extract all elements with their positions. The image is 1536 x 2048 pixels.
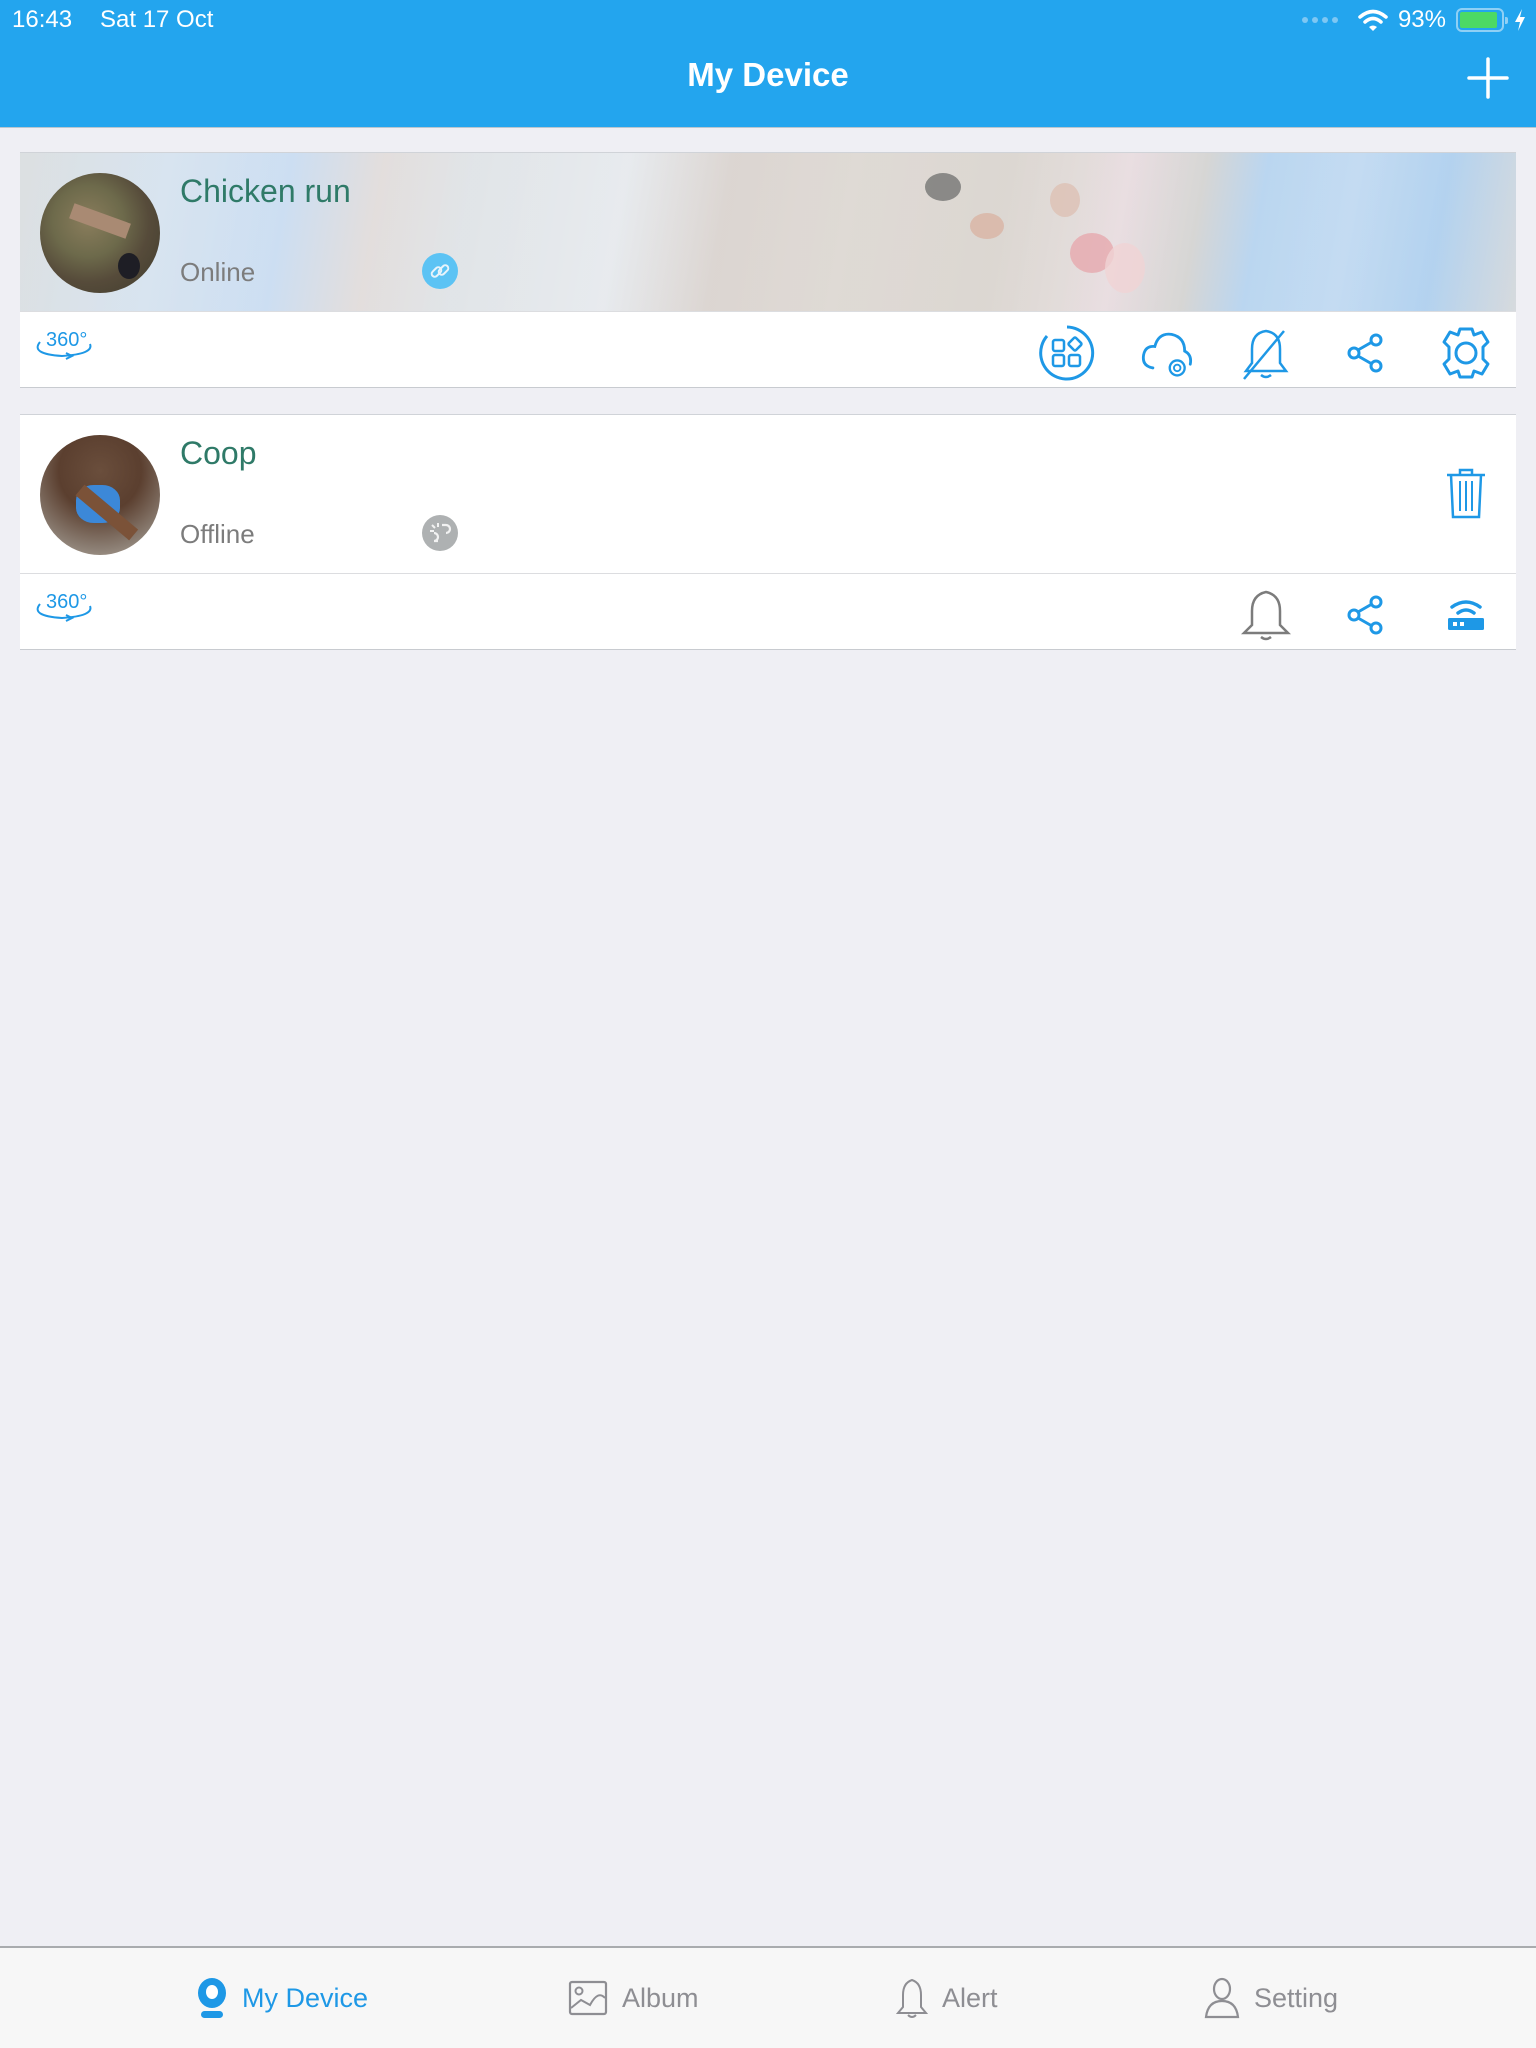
status-date: Sat 17 Oct xyxy=(100,6,214,33)
status-bar: 16:43 Sat 17 Oct 93% xyxy=(0,0,1536,40)
badge-360-text: 360° xyxy=(46,329,87,351)
share-icon xyxy=(1347,595,1383,635)
settings-gear-icon xyxy=(1442,327,1490,379)
device-card-header[interactable]: Chicken run Online xyxy=(20,153,1516,312)
share-icon xyxy=(1347,333,1383,373)
badge-360-text: 360° xyxy=(46,591,87,613)
nav-header: 16:43 Sat 17 Oct 93% My Device xyxy=(0,0,1536,128)
device-card-header[interactable]: Coop Offline xyxy=(20,415,1516,574)
device-thumbnail[interactable] xyxy=(40,173,160,293)
battery-fill xyxy=(1460,12,1498,28)
device-settings-button[interactable] xyxy=(1438,325,1494,381)
alarm-button[interactable] xyxy=(1238,587,1294,643)
tab-my-device[interactable]: My Device xyxy=(196,1948,368,2048)
device-card[interactable]: Chicken run Online 360° xyxy=(20,152,1516,388)
wifi-icon xyxy=(1358,9,1388,31)
broken-link-icon xyxy=(430,523,452,543)
tab-label: Album xyxy=(622,1982,699,2013)
multi-view-icon xyxy=(1039,325,1095,381)
cloud-settings-button[interactable] xyxy=(1138,325,1194,381)
device-status: Offline xyxy=(180,519,255,549)
cellular-signal-icon xyxy=(1301,17,1338,23)
tab-setting[interactable]: Setting xyxy=(1204,1948,1338,2048)
multi-view-button[interactable] xyxy=(1039,325,1095,381)
tab-bar: My Device Album Alert Setting xyxy=(0,1946,1536,2048)
battery-percent: 93% xyxy=(1397,6,1446,33)
alarm-off-button[interactable] xyxy=(1238,325,1294,381)
device-card[interactable]: Coop Offline 360° xyxy=(20,414,1516,650)
image-icon xyxy=(568,1980,608,2016)
device-name: Chicken run xyxy=(180,173,351,209)
tab-label: Setting xyxy=(1254,1982,1339,2013)
panorama-360-icon[interactable]: 360° xyxy=(32,586,102,626)
device-name: Coop xyxy=(180,435,257,471)
camera-icon xyxy=(198,1978,226,2018)
add-device-button[interactable] xyxy=(1466,56,1510,100)
share-button[interactable] xyxy=(1338,325,1394,381)
device-status: Online xyxy=(180,257,256,287)
device-actions: 360° xyxy=(20,312,1516,387)
bell-icon xyxy=(1240,590,1292,641)
battery-icon xyxy=(1456,8,1508,32)
link-icon xyxy=(430,264,450,278)
bell-icon xyxy=(896,1978,928,2018)
router-wifi-icon xyxy=(1448,600,1484,630)
plus-icon xyxy=(1467,57,1509,99)
tab-label: My Device xyxy=(242,1982,369,2013)
tab-album[interactable]: Album xyxy=(568,1948,699,2048)
network-config-button[interactable] xyxy=(1438,587,1494,643)
status-indicators: 93% xyxy=(1301,6,1526,34)
person-icon xyxy=(1204,1977,1240,2019)
share-button[interactable] xyxy=(1338,587,1394,643)
device-thumbnail[interactable] xyxy=(40,435,160,555)
tab-alert[interactable]: Alert xyxy=(896,1948,998,2048)
trash-icon xyxy=(1447,468,1485,519)
alarm-off-icon xyxy=(1243,329,1289,380)
status-time: 16:43 xyxy=(12,6,73,33)
page-title: My Device xyxy=(687,56,849,93)
panorama-360-icon[interactable]: 360° xyxy=(32,324,102,364)
connection-status xyxy=(422,515,458,551)
charging-bolt-icon xyxy=(1515,9,1525,31)
delete-device-button[interactable] xyxy=(1444,467,1488,521)
connection-status xyxy=(422,253,458,289)
device-actions: 360° xyxy=(20,574,1516,649)
cloud-settings-icon xyxy=(1141,332,1193,377)
tab-label: Alert xyxy=(942,1982,998,2013)
